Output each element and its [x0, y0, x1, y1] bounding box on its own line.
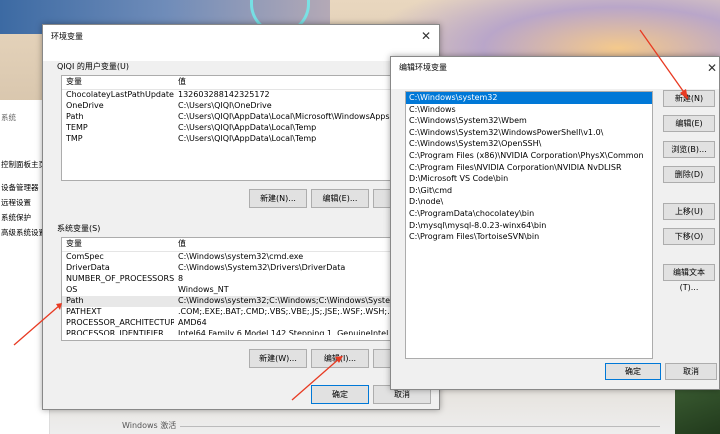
- close-icon[interactable]: ✕: [421, 29, 431, 43]
- system-new-button[interactable]: 新建(W)...: [249, 349, 307, 368]
- var-name: TMP: [66, 134, 83, 143]
- path-entry[interactable]: D:\Microsoft VS Code\bin: [406, 173, 652, 185]
- activation-divider: [180, 426, 660, 427]
- close-icon[interactable]: ✕: [707, 61, 717, 75]
- var-name: NUMBER_OF_PROCESSORS: [66, 274, 174, 283]
- path-entry[interactable]: D:\Git\cmd: [406, 185, 652, 197]
- move-up-button[interactable]: 上移(U): [663, 203, 715, 220]
- var-name: DriverData: [66, 263, 110, 272]
- system-edit-button[interactable]: 编辑(I)...: [311, 349, 369, 368]
- table-row[interactable]: DriverData C:\Windows\System32\Drivers\Dr…: [62, 263, 432, 274]
- path-entry[interactable]: C:\Program Files\TortoiseSVN\bin: [406, 231, 652, 243]
- edit-entry-button[interactable]: 编辑(E): [663, 115, 715, 132]
- env-dialog-titlebar: 环境变量: [43, 25, 439, 61]
- edit-dialog-titlebar: 编辑环境变量: [391, 57, 719, 89]
- table-row[interactable]: PROCESSOR_IDENTIFIER Intel64 Family 6 Mod…: [62, 329, 432, 335]
- table-row[interactable]: OS Windows_NT: [62, 285, 432, 296]
- path-entry[interactable]: D:\node\: [406, 196, 652, 208]
- advanced-system-settings-link[interactable]: 高级系统设置: [1, 227, 46, 238]
- user-new-button[interactable]: 新建(N)...: [249, 189, 307, 208]
- environment-variables-dialog: 环境变量 ✕ QIQI 的用户变量(U) 变量 值 ChocolateyLast…: [42, 24, 440, 410]
- table-row[interactable]: ComSpec C:\Windows\system32\cmd.exe: [62, 252, 432, 263]
- move-down-button[interactable]: 下移(O): [663, 228, 715, 245]
- table-row[interactable]: PROCESSOR_ARCHITECTURE AMD64: [62, 318, 432, 329]
- path-entry[interactable]: C:\ProgramData\chocolatey\bin: [406, 208, 652, 220]
- var-name: PROCESSOR_ARCHITECTURE: [66, 318, 174, 327]
- path-entry[interactable]: C:\Program Files\NVIDIA Corporation\NVID…: [406, 162, 652, 174]
- table-row[interactable]: PATHEXT .COM;.EXE;.BAT;.CMD;.VBS;.VBE;.JS…: [62, 307, 432, 318]
- user-vars-label: QIQI 的用户变量(U): [57, 62, 129, 71]
- edit-ok-button[interactable]: 确定: [605, 363, 661, 380]
- env-dialog-title: 环境变量: [51, 32, 83, 41]
- table-row[interactable]: ChocolateyLastPathUpdate 1326032881423251…: [62, 90, 432, 101]
- table-row[interactable]: TEMP C:\Users\QIQI\AppData\Local\Temp: [62, 123, 432, 134]
- system-panel-title: 系统: [1, 113, 16, 122]
- user-vars-list[interactable]: 变量 值 ChocolateyLastPathUpdate 13260328814…: [61, 75, 433, 181]
- system-vars-header: 变量 值: [62, 238, 432, 252]
- var-name: OneDrive: [66, 101, 104, 110]
- user-vars-header: 变量 值: [62, 76, 432, 90]
- edit-text-button[interactable]: 编辑文本(T)...: [663, 264, 715, 292]
- edit-cancel-button[interactable]: 取消: [665, 363, 717, 380]
- path-entry[interactable]: C:\Windows\System32\Wbem: [406, 115, 652, 127]
- path-entry[interactable]: C:\Program Files (x86)\NVIDIA Corporatio…: [406, 150, 652, 162]
- var-name: PATHEXT: [66, 307, 102, 316]
- path-entry[interactable]: C:\Windows\System32\OpenSSH\: [406, 138, 652, 150]
- var-name: PROCESSOR_IDENTIFIER: [66, 329, 164, 335]
- path-entry[interactable]: C:\Windows: [406, 104, 652, 116]
- path-entries-list[interactable]: C:\Windows\system32 C:\Windows C:\Windows\…: [405, 91, 653, 359]
- system-vars-label: 系统变量(S): [57, 224, 101, 233]
- column-variable[interactable]: 变量: [62, 238, 174, 251]
- edit-dialog-title: 编辑环境变量: [399, 63, 447, 72]
- control-panel-home-link[interactable]: 控制面板主页: [1, 159, 46, 170]
- var-name: Path: [66, 296, 84, 305]
- browse-button[interactable]: 浏览(B)...: [663, 141, 715, 158]
- path-entry[interactable]: C:\Windows\System32\WindowsPowerShell\v1…: [406, 127, 652, 139]
- var-name: Path: [66, 112, 84, 121]
- remote-settings-link[interactable]: 远程设置: [1, 197, 31, 208]
- var-name: TEMP: [66, 123, 88, 132]
- new-entry-button[interactable]: 新建(N): [663, 90, 715, 107]
- device-manager-link[interactable]: 设备管理器: [1, 182, 39, 193]
- table-row[interactable]: OneDrive C:\Users\QIQI\OneDrive: [62, 101, 432, 112]
- column-variable[interactable]: 变量: [62, 76, 174, 89]
- env-ok-button[interactable]: 确定: [311, 385, 369, 404]
- var-name: ChocolateyLastPathUpdate: [66, 90, 174, 99]
- table-row[interactable]: NUMBER_OF_PROCESSORS 8: [62, 274, 432, 285]
- table-row[interactable]: Path C:\Users\QIQI\AppData\Local\Microsof…: [62, 112, 432, 123]
- edit-env-var-dialog: 编辑环境变量 ✕ C:\Windows\system32 C:\Windows C:…: [390, 56, 720, 390]
- system-protection-link[interactable]: 系统保护: [1, 212, 31, 223]
- path-entry[interactable]: D:\mysql\mysql-8.0.23-winx64\bin: [406, 220, 652, 232]
- user-edit-button[interactable]: 编辑(E)...: [311, 189, 369, 208]
- table-row[interactable]: TMP C:\Users\QIQI\AppData\Local\Temp: [62, 134, 432, 145]
- var-name: ComSpec: [66, 252, 104, 261]
- var-name: OS: [66, 285, 78, 294]
- table-row-selected[interactable]: Path C:\Windows\system32;C:\Windows;C:\Wi…: [62, 296, 432, 307]
- delete-entry-button[interactable]: 删除(D): [663, 166, 715, 183]
- path-entry-selected[interactable]: C:\Windows\system32: [406, 92, 652, 105]
- system-vars-list[interactable]: 变量 值 ComSpec C:\Windows\system32\cmd.exe …: [61, 237, 433, 341]
- windows-activation-text: Windows 激活: [122, 421, 177, 430]
